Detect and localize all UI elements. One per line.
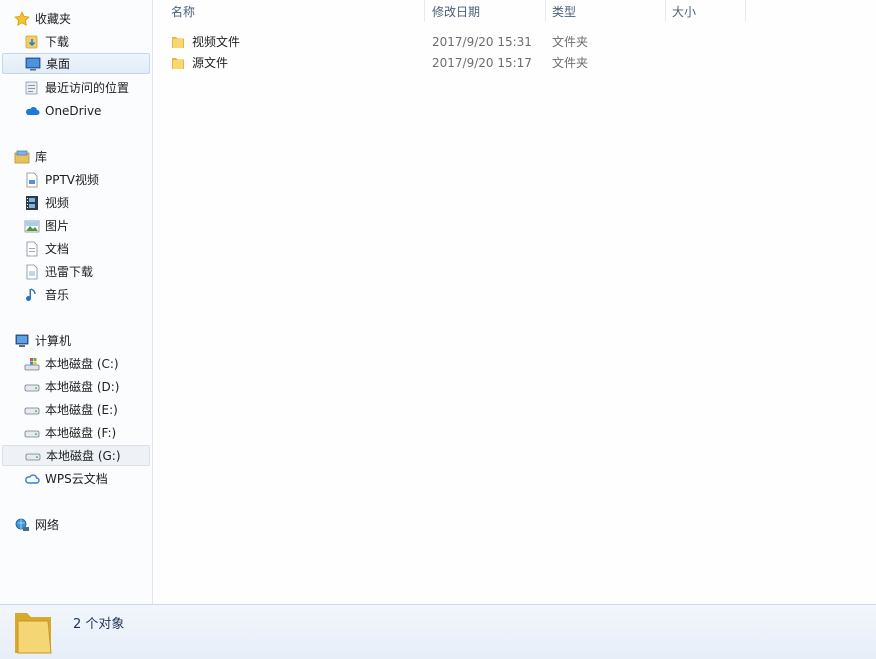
nav-item-label: 图片: [45, 218, 70, 233]
nav-favorites-label: 收藏夹: [35, 11, 72, 26]
star-icon: [13, 10, 31, 27]
column-header-modified[interactable]: 修改日期: [426, 0, 546, 22]
nav-item-videos[interactable]: 视频: [2, 192, 150, 213]
nav-item-label: 本地磁盘 (C:): [45, 356, 119, 371]
nav-item-label: 下载: [45, 34, 70, 49]
nav-item-label: 迅雷下载: [45, 264, 94, 279]
nav-item-onedrive[interactable]: OneDrive: [2, 100, 150, 121]
download-folder-icon: [23, 34, 41, 50]
nav-item-music[interactable]: 音乐: [2, 284, 150, 305]
column-header-name[interactable]: 名称: [165, 0, 425, 22]
network-icon: [13, 517, 31, 533]
nav-item-documents[interactable]: 文档: [2, 238, 150, 259]
file-type: 文件夹: [552, 56, 589, 70]
nav-item-drive-f[interactable]: 本地磁盘 (F:): [2, 422, 150, 443]
nav-item-pptv[interactable]: PPTV视频: [2, 169, 150, 190]
drive-icon: [24, 448, 42, 464]
file-row[interactable]: 视频文件 2017/9/20 15:31 文件夹: [169, 31, 769, 52]
nav-item-label: OneDrive: [45, 103, 102, 118]
nav-favorites[interactable]: 收藏夹: [2, 8, 150, 29]
nav-item-label: 本地磁盘 (D:): [45, 379, 120, 394]
nav-network-label: 网络: [35, 517, 60, 532]
document-icon: [23, 172, 41, 188]
nav-item-label: 桌面: [46, 56, 71, 71]
computer-icon: [13, 333, 31, 349]
nav-item-thunder-downloads[interactable]: 迅雷下载: [2, 261, 150, 282]
recent-places-icon: [23, 80, 41, 96]
nav-item-desktop[interactable]: 桌面: [2, 53, 150, 74]
nav-item-label: 文档: [45, 241, 70, 256]
drive-icon: [23, 425, 41, 441]
nav-item-drive-d[interactable]: 本地磁盘 (D:): [2, 376, 150, 397]
nav-item-downloads[interactable]: 下载: [2, 31, 150, 52]
nav-computer-label: 计算机: [35, 333, 72, 348]
nav-libraries-label: 库: [35, 149, 48, 164]
details-pane: 2 个对象: [0, 604, 876, 659]
library-icon: [13, 149, 31, 165]
nav-item-label: 本地磁盘 (F:): [45, 425, 117, 440]
wps-cloud-icon: [23, 471, 41, 487]
column-header-size[interactable]: 大小: [666, 0, 746, 22]
video-icon: [23, 195, 41, 211]
nav-item-label: 本地磁盘 (E:): [45, 402, 118, 417]
document-icon: [23, 264, 41, 280]
status-object-count: 2 个对象: [73, 617, 125, 632]
music-icon: [23, 287, 41, 303]
folder-icon: [169, 34, 187, 50]
nav-item-drive-e[interactable]: 本地磁盘 (E:): [2, 399, 150, 420]
file-list-pane: 名称 修改日期 类型 大小 视频文件 2017/9/20 15:31 文件夹 源…: [153, 0, 876, 604]
file-name: 源文件: [192, 56, 229, 70]
nav-computer[interactable]: 计算机: [2, 330, 150, 351]
nav-item-label: PPTV视频: [45, 172, 100, 187]
folder-icon: [169, 55, 187, 71]
nav-item-label: 视频: [45, 195, 70, 210]
desktop-icon: [24, 56, 42, 72]
nav-item-wps-cloud[interactable]: WPS云文档: [2, 468, 150, 489]
nav-item-label: 本地磁盘 (G:): [46, 448, 121, 463]
nav-item-label: 最近访问的位置: [45, 80, 130, 95]
folder-large-icon: [12, 609, 54, 658]
document-icon: [23, 241, 41, 257]
file-modified: 2017/9/20 15:31: [432, 34, 532, 49]
nav-item-recent-places[interactable]: 最近访问的位置: [2, 77, 150, 98]
file-row[interactable]: 源文件 2017/9/20 15:17 文件夹: [169, 52, 769, 73]
nav-item-pictures[interactable]: 图片: [2, 215, 150, 236]
nav-network[interactable]: 网络: [2, 514, 150, 535]
drive-icon: [23, 402, 41, 418]
file-name: 视频文件: [192, 35, 241, 49]
picture-icon: [23, 218, 41, 234]
nav-item-drive-g[interactable]: 本地磁盘 (G:): [2, 445, 150, 466]
nav-item-label: WPS云文档: [45, 471, 108, 486]
drive-icon: [23, 379, 41, 395]
column-header-type[interactable]: 类型: [546, 0, 666, 22]
nav-item-label: 音乐: [45, 287, 70, 302]
nav-libraries[interactable]: 库: [2, 146, 150, 167]
onedrive-cloud-icon: [23, 103, 41, 119]
file-modified: 2017/9/20 15:17: [432, 55, 532, 70]
nav-item-drive-c[interactable]: 本地磁盘 (C:): [2, 353, 150, 374]
file-type: 文件夹: [552, 35, 589, 49]
navigation-pane: 收藏夹 下载 桌面 最近访问的位置 OneDrive 库 PPTV视频 视频 图…: [0, 0, 153, 604]
system-drive-icon: [23, 356, 41, 372]
